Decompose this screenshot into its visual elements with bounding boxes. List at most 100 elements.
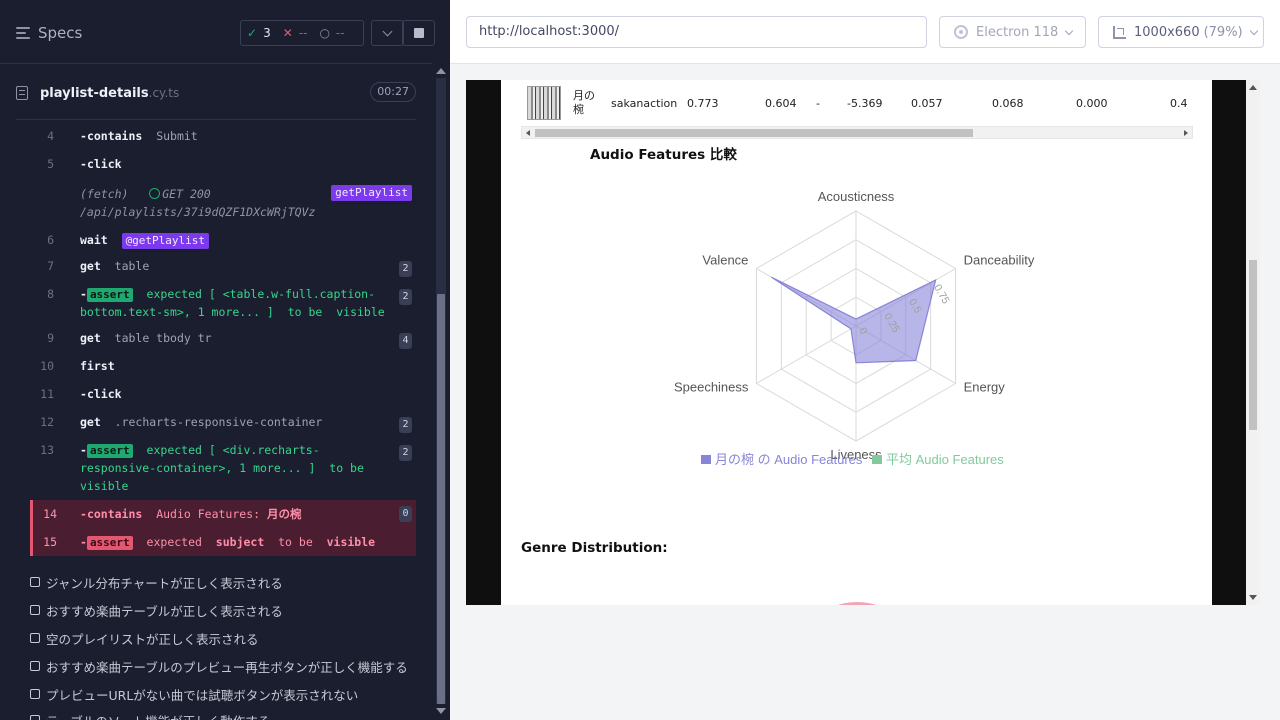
command-arg: table bbox=[114, 259, 150, 273]
command-row[interactable]: 11 -click bbox=[30, 385, 416, 403]
command-number: 4 bbox=[47, 129, 54, 143]
test-pending-icon bbox=[30, 605, 40, 615]
scroll-right-icon[interactable] bbox=[1184, 130, 1188, 136]
pending-count: -- bbox=[335, 26, 345, 40]
element-count-badge: 2 bbox=[399, 261, 412, 277]
assert-message: responsive-container>, 1 more... ] bbox=[80, 461, 316, 475]
command-row[interactable]: 12 get .recharts-responsive-container 2 bbox=[30, 413, 416, 437]
command-name: contains bbox=[86, 129, 143, 143]
command-row[interactable]: 8 - assert expected [ <table.w-full.capti… bbox=[30, 285, 416, 321]
app-under-test-frame: 月の 椀 sakanaction 0.773 0.604 - -5.369 0.… bbox=[466, 80, 1246, 605]
radar-chart: 0 0.250.50.75AcousticnessDanceabilityEner… bbox=[674, 189, 1035, 467]
test-item[interactable]: 空のプレイリストが正しく表示される bbox=[30, 628, 259, 648]
child-marker: - bbox=[80, 287, 87, 301]
status-ok-icon bbox=[149, 188, 161, 199]
failed-command-row[interactable]: 14 -contains Audio Features: 月の椀 0 bbox=[30, 500, 416, 528]
assert-message: expected [ <div.recharts- bbox=[146, 443, 320, 457]
command-number: 13 bbox=[40, 443, 54, 457]
legend-label: 平均 Audio Features bbox=[886, 452, 1004, 467]
command-arg: .recharts-responsive-container bbox=[114, 415, 323, 429]
specs-button[interactable]: Specs bbox=[16, 22, 82, 44]
command-number: 15 bbox=[43, 535, 57, 549]
aut-vertical-scrollbar[interactable] bbox=[1246, 80, 1260, 605]
document-icon bbox=[16, 86, 28, 100]
command-arg-text: 月の椀 bbox=[266, 507, 302, 521]
pending-icon: ○ bbox=[319, 26, 330, 40]
command-row[interactable]: 10 first bbox=[30, 357, 416, 375]
stop-button[interactable] bbox=[402, 20, 435, 46]
legend-label: 月の椀 の Audio Features bbox=[715, 452, 863, 467]
legend-swatch bbox=[701, 455, 711, 464]
radar-tick-label: 0.75 bbox=[931, 282, 952, 306]
viewport-label: 1000x660 bbox=[1134, 24, 1200, 40]
command-row[interactable]: 4 -contains Submit bbox=[30, 127, 416, 145]
command-name: first bbox=[80, 359, 115, 373]
command-row[interactable]: 6 wait @getPlaylist bbox=[30, 231, 416, 249]
genre-pie-chart bbox=[821, 602, 893, 605]
command-name: get bbox=[80, 331, 101, 345]
table-cell: 0.068 bbox=[992, 97, 1024, 110]
table-cell: 0.604 bbox=[765, 97, 797, 110]
scroll-up-icon[interactable] bbox=[1249, 85, 1257, 90]
collapse-button[interactable] bbox=[371, 20, 404, 46]
scroll-up-icon[interactable] bbox=[436, 68, 446, 74]
test-item[interactable]: プレビューURLがない曲では試聴ボタンが表示されない bbox=[30, 684, 358, 704]
command-number: 8 bbox=[47, 287, 54, 301]
spec-name: playlist-details bbox=[40, 85, 149, 101]
command-number: 5 bbox=[47, 157, 54, 171]
spec-duration: 00:27 bbox=[370, 82, 416, 102]
spec-title-row[interactable]: playlist-details .cy.ts 00:27 bbox=[16, 82, 416, 104]
reporter-scrollbar[interactable] bbox=[432, 64, 450, 720]
command-row[interactable]: 9 get table tbody tr 4 bbox=[30, 329, 416, 353]
assert-badge: assert bbox=[86, 444, 133, 458]
test-item[interactable]: おすすめ楽曲テーブルのプレビュー再生ボタンが正しく機能する bbox=[30, 656, 408, 676]
app-page: 月の 椀 sakanaction 0.773 0.604 - -5.369 0.… bbox=[501, 80, 1212, 605]
element-count-badge: 2 bbox=[399, 445, 412, 461]
test-item[interactable]: おすすめ楽曲テーブルが正しく表示される bbox=[30, 600, 283, 620]
child-marker: - bbox=[80, 507, 87, 521]
reporter-header: Specs ✓ 3 ✕ -- ○ -- bbox=[0, 0, 435, 64]
table-cell: 0.4 bbox=[1170, 97, 1188, 110]
failed-command-row[interactable]: 15 - assert expected subject to be visibl… bbox=[30, 528, 416, 556]
assert-state: visible bbox=[326, 535, 376, 549]
url-bar[interactable]: http://localhost:3000/ bbox=[466, 16, 927, 48]
fetch-status: GET 200 bbox=[162, 187, 211, 201]
scroll-left-icon[interactable] bbox=[526, 130, 530, 136]
test-pending-icon bbox=[30, 661, 40, 671]
element-count-badge: 4 bbox=[399, 333, 412, 349]
command-number: 7 bbox=[47, 259, 54, 273]
command-row[interactable]: 7 get table 2 bbox=[30, 257, 416, 281]
test-item[interactable]: テーブルのソート機能が正しく動作する bbox=[30, 710, 270, 720]
browser-selector[interactable]: Electron 118 bbox=[939, 16, 1086, 48]
test-item[interactable]: ジャンル分布チャートが正しく表示される bbox=[30, 572, 283, 592]
command-name: get bbox=[80, 259, 101, 273]
scroll-thumb[interactable] bbox=[535, 129, 973, 137]
scroll-down-icon[interactable] bbox=[436, 708, 446, 714]
scroll-down-icon[interactable] bbox=[1249, 595, 1257, 600]
scroll-thumb[interactable] bbox=[1249, 260, 1257, 430]
radar-axis-label: Danceability bbox=[964, 253, 1035, 268]
command-number: 12 bbox=[40, 415, 54, 429]
chevron-down-icon bbox=[382, 26, 393, 36]
test-pending-icon bbox=[30, 689, 40, 699]
table-horizontal-scrollbar[interactable] bbox=[521, 126, 1193, 139]
radar-axis-label: Valence bbox=[702, 253, 748, 268]
command-row[interactable]: 5 -click bbox=[30, 155, 416, 173]
fetch-log-row[interactable]: (fetch) GET 200 /api/playlists/37i9dQZF1… bbox=[30, 185, 416, 221]
specs-label: Specs bbox=[38, 24, 83, 42]
scroll-thumb[interactable] bbox=[437, 294, 445, 704]
radar-axis-label: Energy bbox=[964, 380, 1006, 395]
command-arg: Audio Features: bbox=[156, 507, 261, 521]
child-marker: - bbox=[80, 387, 87, 401]
test-title: ジャンル分布チャートが正しく表示される bbox=[46, 575, 283, 591]
assert-to-be: to be bbox=[278, 535, 313, 549]
pending-stat: ○ -- bbox=[313, 26, 350, 40]
viewport-selector[interactable]: 1000x660 (79%) bbox=[1098, 16, 1264, 48]
table-cell: 0.773 bbox=[687, 97, 719, 110]
radar-axis-label: Speechiness bbox=[674, 380, 749, 395]
command-row[interactable]: 13 - assert expected [ <div.recharts-resp… bbox=[30, 441, 416, 495]
table-row[interactable]: 月の 椀 sakanaction 0.773 0.604 - -5.369 0.… bbox=[527, 86, 1195, 120]
assert-message: expected [ <table.w-full.caption- bbox=[146, 287, 376, 301]
assert-message: bottom.text-sm>, 1 more... ] bbox=[80, 305, 274, 319]
command-name: contains bbox=[86, 507, 143, 521]
